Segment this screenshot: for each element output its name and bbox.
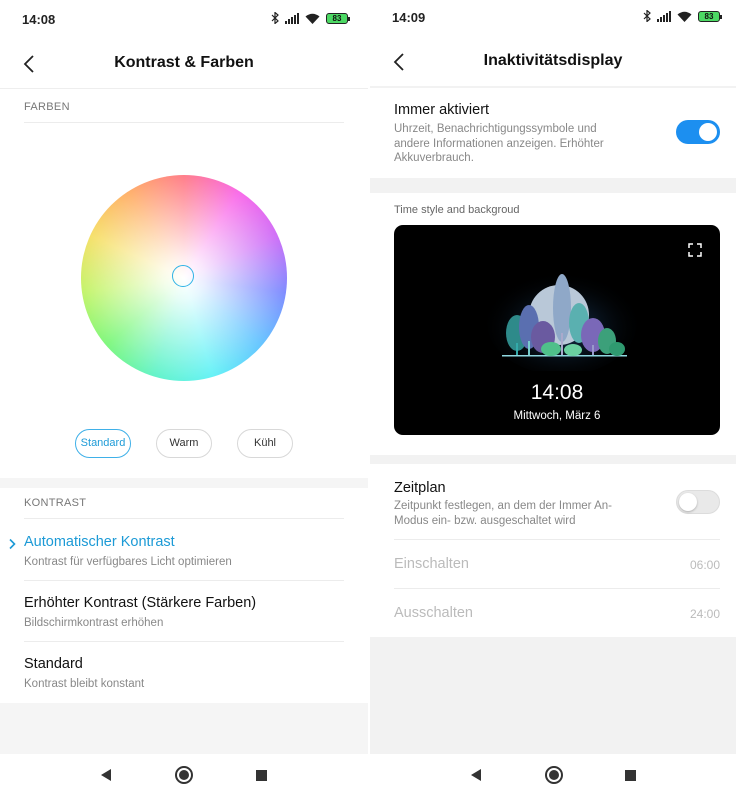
contrast-option-subtitle: Kontrast für verfügbares Licht optimiere… (24, 556, 232, 568)
toggle-knob (679, 493, 697, 511)
time-style-preview[interactable]: 14:08 Mittwoch, März 6 (394, 225, 720, 435)
status-icons: 83 (643, 10, 722, 22)
schedule-section: Zeitplan Zeitpunkt festlegen, an dem der… (370, 464, 736, 637)
preset-cool-button[interactable]: Kühl (237, 429, 293, 458)
preset-warm-button[interactable]: Warm (156, 429, 212, 458)
status-bar: 14:08 83 (0, 0, 368, 38)
contrast-option-automatic[interactable]: Automatischer Kontrast Kontrast für verf… (0, 519, 368, 580)
preview-clock-time: 14:08 (530, 381, 584, 404)
colors-section: FARBEN Standard Warm Kühl (0, 88, 368, 478)
nav-home-icon[interactable] (545, 766, 563, 784)
divider (24, 122, 344, 123)
contrast-colors-screen: 14:08 83 Kontrast & Farben FARBEN Standa… (0, 0, 368, 798)
contrast-option-standard[interactable]: Standard Kontrast bleibt konstant (0, 641, 368, 702)
color-wheel-cursor[interactable] (172, 265, 194, 287)
always-on-section: Immer aktiviert Uhrzeit, Benachrichtigun… (370, 88, 736, 178)
schedule-toggle[interactable] (676, 490, 720, 514)
battery-level: 83 (332, 13, 342, 23)
schedule-row-value: 24:00 (689, 607, 720, 621)
navigation-bar (0, 754, 368, 798)
status-time: 14:09 (392, 10, 426, 25)
schedule-row-value: 06:00 (689, 558, 720, 572)
contrast-section-label: KONTRAST (24, 497, 87, 509)
time-style-label: Time style and backgroud (394, 204, 520, 216)
time-style-section: Time style and backgroud 14:08 Mittwoch,… (370, 193, 736, 455)
schedule-row-on[interactable]: Einschalten 06:00 (370, 539, 736, 588)
nav-back-icon[interactable] (471, 769, 481, 781)
signal-icon (657, 10, 671, 22)
battery-icon: 83 (326, 12, 350, 24)
preview-clock-date: Mittwoch, März 6 (513, 410, 601, 422)
battery-level: 83 (704, 11, 714, 21)
signal-icon (285, 12, 299, 24)
toggle-knob (699, 123, 717, 141)
wifi-icon (305, 13, 320, 24)
always-on-title: Immer aktiviert (394, 102, 490, 118)
schedule-description: Zeitpunkt festlegen, an dem der Immer An… (394, 500, 612, 527)
always-on-description: Uhrzeit, Benachrichtigungssymbole und an… (394, 123, 604, 164)
title-bar: Kontrast & Farben (0, 38, 368, 88)
title-bar: Inaktivitätsdisplay (370, 36, 736, 86)
contrast-option-title: Erhöhter Kontrast (Stärkere Farben) (24, 595, 257, 611)
nav-home-icon[interactable] (175, 766, 193, 784)
colors-section-label: FARBEN (24, 101, 70, 113)
nav-back-icon[interactable] (101, 769, 111, 781)
schedule-row-label: Einschalten (394, 556, 469, 572)
navigation-bar (370, 754, 736, 798)
preset-standard-button[interactable]: Standard (75, 429, 131, 458)
always-on-toggle[interactable] (676, 120, 720, 144)
nav-recents-icon[interactable] (625, 770, 636, 781)
contrast-option-enhanced[interactable]: Erhöhter Kontrast (Stärkere Farben) Bild… (0, 580, 368, 641)
contrast-option-subtitle: Bildschirmkontrast erhöhen (24, 617, 164, 629)
schedule-title: Zeitplan (394, 480, 446, 496)
contrast-option-title: Standard (24, 656, 83, 672)
nav-recents-icon[interactable] (256, 770, 267, 781)
schedule-row-off[interactable]: Ausschalten 24:00 (370, 588, 736, 637)
status-bar: 14:09 83 (370, 0, 736, 38)
contrast-option-title: Automatischer Kontrast (24, 534, 175, 550)
wifi-icon (677, 11, 692, 22)
bluetooth-icon (643, 10, 651, 22)
chevron-right-icon (9, 538, 16, 550)
status-time: 14:08 (22, 12, 56, 27)
forest-illustration (487, 271, 637, 371)
page-title: Kontrast & Farben (114, 54, 254, 71)
page-title: Inaktivitätsdisplay (483, 52, 623, 69)
ambient-display-screen: 14:09 83 Inaktivitätsdisplay Immer aktiv… (370, 0, 736, 798)
divider (394, 588, 720, 589)
status-icons: 83 (271, 12, 350, 24)
divider (394, 539, 720, 540)
contrast-section: KONTRAST Automatischer Kontrast Kontrast… (0, 488, 368, 703)
expand-icon[interactable] (688, 243, 702, 257)
schedule-row-label: Ausschalten (394, 605, 473, 621)
battery-icon: 83 (698, 10, 722, 22)
contrast-option-subtitle: Kontrast bleibt konstant (24, 678, 145, 690)
bluetooth-icon (271, 12, 279, 24)
